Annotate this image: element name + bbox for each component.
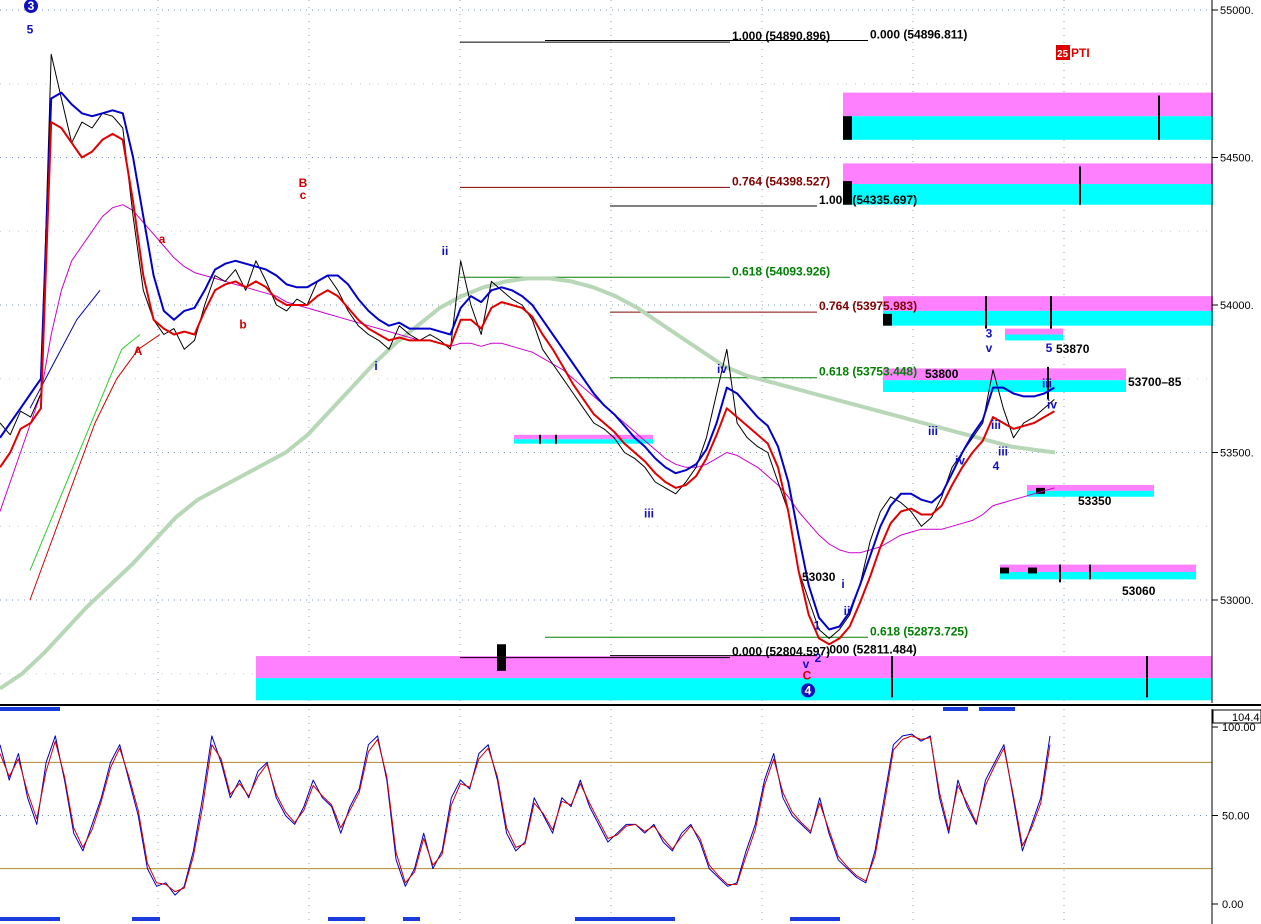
wave-label: iii <box>998 444 1008 458</box>
fib-label: 0.618 (54093.926) <box>732 264 830 278</box>
price-y-tick-label: 55000. <box>1220 5 1254 17</box>
wave-label: v <box>986 341 993 355</box>
zone-marker-block <box>843 116 852 140</box>
wave-label: c <box>300 188 307 202</box>
wave-label: 2 <box>815 651 822 665</box>
wave-label: ii <box>442 244 449 258</box>
signal-bar-top <box>0 707 60 711</box>
price-label: 53060 <box>1122 584 1156 598</box>
price-label: 53870 <box>1056 342 1090 356</box>
oscillator-y-tick-label: 100.00 <box>1222 722 1256 734</box>
wave-label: i <box>841 577 844 591</box>
signal-bar-bottom <box>790 917 840 921</box>
zone-marker-block <box>1028 567 1037 574</box>
zone-52750-magenta <box>256 656 1212 679</box>
zone-54600-cyan <box>843 116 1213 140</box>
signal-bar-top <box>979 707 1015 711</box>
oscillator-y-tick-label: 50.00 <box>1222 811 1250 823</box>
zone-marker-block <box>883 313 892 326</box>
fib-label: 0.000 (54896.811) <box>870 27 967 41</box>
wave-label: iii <box>928 424 938 438</box>
price-y-tick-label: 53500. <box>1220 448 1254 460</box>
signal-bar-bottom <box>132 917 160 921</box>
chart-canvas: 1.000 (54890.896) 0.000 (54896.811) 0.764 … <box>0 0 1261 924</box>
zone-53870-magenta <box>1005 328 1063 335</box>
price-y-tick-label: 54000. <box>1220 300 1254 312</box>
signal-bar-bottom <box>0 917 60 921</box>
fib-label: 0.764 (53975.983) <box>819 299 917 313</box>
price-y-tick-label: 53000. <box>1220 595 1254 607</box>
wave-label: C <box>803 669 812 683</box>
wave-label: iii <box>1042 377 1052 391</box>
wave-label: 1 <box>814 619 821 633</box>
signal-bar-bottom <box>403 917 420 921</box>
zone-53750-magenta <box>883 368 1126 381</box>
fib-label: .000 (52811.484) <box>826 643 917 657</box>
wave-label: i <box>374 359 377 373</box>
price-y-tick-label: 54500. <box>1220 153 1254 165</box>
wave-label: iii <box>991 418 1001 432</box>
pti-logo: 25 PTI <box>1056 45 1090 60</box>
oscillator-y-tick-label: 0.00 <box>1222 899 1243 911</box>
wave-label: iv <box>717 362 727 376</box>
fib-label: 0.618 (53753.448) <box>819 365 917 379</box>
pti-logo-number: 25 <box>1057 49 1069 60</box>
wave-label: iv <box>1047 397 1057 411</box>
zone-54000-cyan <box>883 310 1213 326</box>
signal-bar-bottom <box>575 917 675 921</box>
zone-54000-magenta <box>883 296 1213 311</box>
zone-53870-cyan <box>1005 334 1063 341</box>
zone-54600-magenta <box>843 92 1213 117</box>
price-label: 53350 <box>1078 494 1112 508</box>
zone-53550-cyan <box>514 439 653 444</box>
wave-label: A <box>134 344 143 358</box>
signal-bar-bottom <box>328 917 365 921</box>
fib-label: 1.000 (54890.896) <box>732 29 830 43</box>
price-label: 53030 <box>802 570 836 584</box>
fib-label: 0.764 (54398.527) <box>732 174 830 188</box>
oscillator-y-axis: 104.4100.0050.000.00 <box>1212 709 1261 911</box>
pti-logo-text: PTI <box>1071 46 1090 60</box>
wave-label: 3 <box>986 326 993 340</box>
wave-label: b <box>239 318 246 332</box>
zone-marker-block <box>1000 567 1009 574</box>
zone-54400-magenta <box>843 163 1213 185</box>
oscillator-panel-background <box>0 709 1212 924</box>
wave-label: 3 <box>28 0 35 13</box>
price-label: 53800 <box>925 367 959 381</box>
price-y-axis: 55000. 54500. 54000. 53500. 53000. <box>1212 5 1254 607</box>
price-label: 53700–85 <box>1128 375 1182 389</box>
fib-label: 1.000 (54335.697) <box>819 193 917 207</box>
wave-label: 5 <box>27 23 34 37</box>
wave-label: 5 <box>1046 341 1053 355</box>
wave-label: 4 <box>805 683 812 697</box>
wave-label: iii <box>644 506 654 520</box>
wave-label: a <box>159 232 166 246</box>
zone-52750-cyan <box>256 678 1212 701</box>
wave-label: 4 <box>993 459 1000 473</box>
wave-label: ii <box>844 604 851 618</box>
wave-label: iv <box>955 453 965 467</box>
zone-53750-cyan <box>883 380 1126 393</box>
signal-bar-top <box>943 707 968 711</box>
fib-label: 0.618 (52873.725) <box>870 624 968 638</box>
